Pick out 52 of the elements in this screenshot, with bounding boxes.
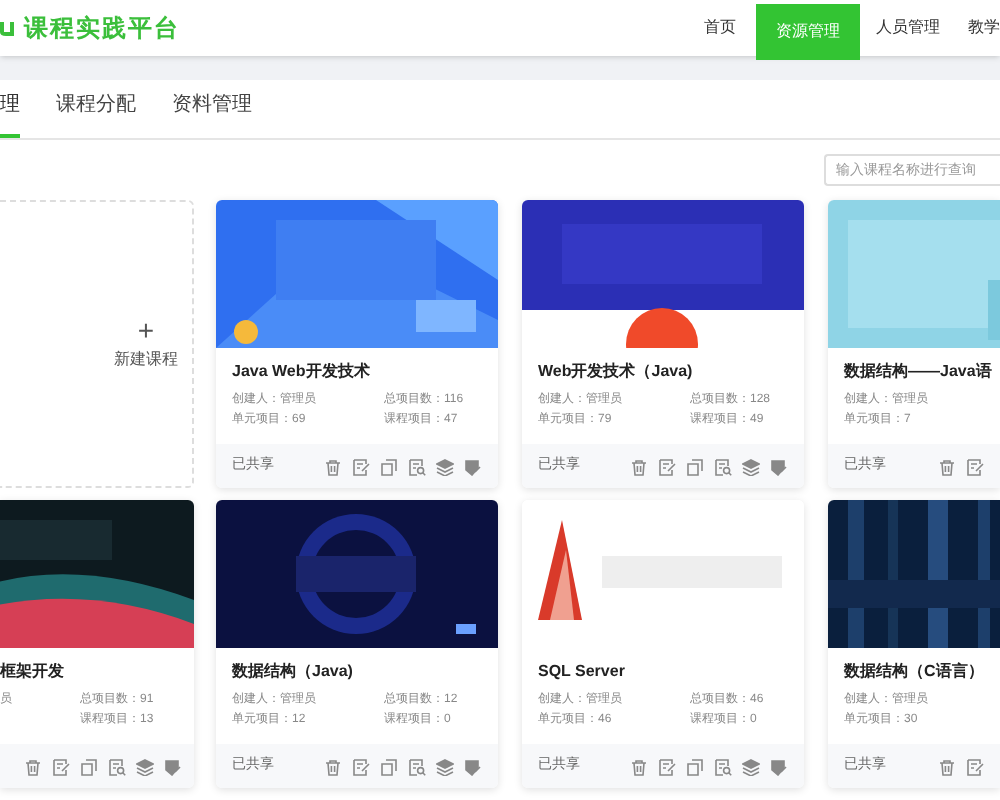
nav-item[interactable]: 首页 — [704, 0, 736, 56]
course-title: 数据结构——Java语 — [844, 360, 992, 384]
document-search-icon[interactable] — [714, 457, 732, 475]
layers-icon[interactable] — [742, 457, 760, 475]
edit-icon[interactable] — [52, 757, 70, 775]
trash-icon[interactable] — [938, 457, 956, 475]
shield-edit-icon[interactable] — [164, 757, 182, 775]
plus-icon: + — [137, 316, 155, 344]
tab[interactable]: 课程分配 — [56, 90, 136, 138]
trash-icon[interactable] — [630, 757, 648, 775]
shield-edit-icon[interactable] — [464, 757, 482, 775]
shield-edit-icon[interactable] — [464, 457, 482, 475]
nav-item[interactable]: 教学 — [968, 0, 1000, 56]
trash-icon[interactable] — [24, 757, 42, 775]
copy-icon[interactable] — [80, 757, 98, 775]
edit-icon[interactable] — [966, 757, 984, 775]
trash-icon[interactable] — [324, 757, 342, 775]
edit-icon[interactable] — [658, 757, 676, 775]
copy-icon[interactable] — [686, 757, 704, 775]
edit-icon[interactable] — [352, 757, 370, 775]
course-title: 数据结构（C语言） — [844, 660, 984, 684]
copy-icon[interactable] — [380, 457, 398, 475]
layers-icon[interactable] — [136, 757, 154, 775]
new-course-card[interactable]: + 新建课程 — [0, 200, 194, 488]
course-title: 框架开发 — [0, 660, 64, 684]
course-title: SQL Server — [538, 660, 625, 684]
course-title: 数据结构（Java) — [232, 660, 353, 684]
course-title: Web开发技术（Java) — [538, 360, 693, 384]
nav-item[interactable]: 人员管理 — [876, 0, 940, 56]
trash-icon[interactable] — [938, 757, 956, 775]
edit-icon[interactable] — [352, 457, 370, 475]
shield-edit-icon[interactable] — [770, 457, 788, 475]
tab[interactable]: 理 — [0, 90, 20, 138]
edit-icon[interactable] — [966, 457, 984, 475]
new-course-label: 新建课程 — [114, 348, 178, 372]
document-search-icon[interactable] — [714, 757, 732, 775]
logo-icon — [0, 19, 14, 37]
shield-edit-icon[interactable] — [770, 757, 788, 775]
document-search-icon[interactable] — [408, 757, 426, 775]
layers-icon[interactable] — [436, 457, 454, 475]
trash-icon[interactable] — [324, 457, 342, 475]
copy-icon[interactable] — [380, 757, 398, 775]
copy-icon[interactable] — [686, 457, 704, 475]
layers-icon[interactable] — [742, 757, 760, 775]
course-title: Java Web开发技术 — [232, 360, 370, 384]
document-search-icon[interactable] — [408, 457, 426, 475]
app-title: 课程实践平台 — [24, 12, 180, 46]
document-search-icon[interactable] — [108, 757, 126, 775]
tab[interactable]: 资料管理 — [172, 90, 252, 138]
edit-icon[interactable] — [658, 457, 676, 475]
layers-icon[interactable] — [436, 757, 454, 775]
trash-icon[interactable] — [630, 457, 648, 475]
